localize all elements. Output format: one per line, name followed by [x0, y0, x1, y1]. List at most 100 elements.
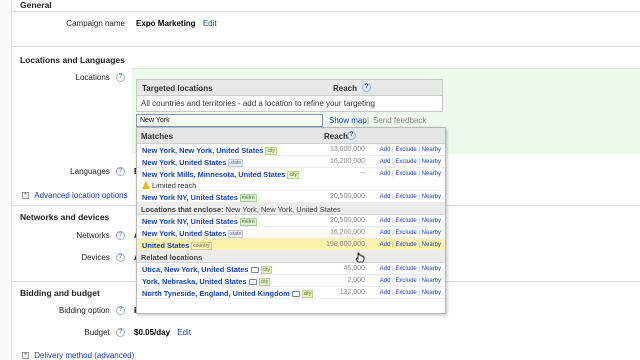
exclude-link[interactable]: Exclude [395, 218, 416, 224]
action-separator: | [392, 290, 394, 296]
list-item[interactable]: New York, New York, United States city 13… [137, 144, 445, 156]
limited-reach-text: Limited reach [152, 181, 197, 190]
hand-cursor-icon [355, 252, 365, 263]
nearby-link[interactable]: Nearby [422, 218, 441, 224]
speech-bubble-icon[interactable] [248, 279, 257, 286]
list-item-highlighted[interactable]: United States country 198,000,000 Add | E… [137, 239, 445, 251]
location-actions: Add | Exclude | Nearby [380, 290, 441, 296]
add-link[interactable]: Add [380, 218, 391, 224]
action-separator: | [392, 266, 394, 272]
show-map-link[interactable]: Show map [329, 116, 367, 125]
location-name[interactable]: North Tyneside, England, United Kingdom [142, 289, 290, 298]
action-separator: | [418, 218, 420, 224]
location-name[interactable]: New York Mills, Minnesota, United States [142, 170, 285, 179]
nearby-link[interactable]: Nearby [422, 147, 441, 153]
enclose-label: Locations that enclose: [141, 205, 224, 214]
exclude-link[interactable]: Exclude [395, 266, 416, 272]
location-reach: 16,200,000 [329, 229, 365, 236]
add-link[interactable]: Add [380, 278, 391, 284]
networks-help-icon[interactable]: ? [116, 231, 125, 241]
location-name[interactable]: New York, New York, United States [142, 146, 263, 155]
location-name[interactable]: New York, United States [142, 158, 226, 167]
action-separator: | [418, 278, 420, 284]
list-item[interactable]: New York, United States state 16,200,000 … [137, 156, 445, 168]
campaign-name-row: Expo Marketing Edit [136, 19, 217, 28]
exclude-link[interactable]: Exclude [395, 171, 416, 177]
locations-row-label: Locations ? [13, 73, 125, 83]
limited-reach-row: Limited reach [137, 180, 445, 191]
add-link[interactable]: Add [380, 159, 391, 165]
exclude-link[interactable]: Exclude [395, 147, 416, 153]
targeted-reach-help-icon[interactable]: ? [362, 83, 371, 92]
locations-help-icon[interactable]: ? [116, 73, 125, 83]
location-name[interactable]: New York NY, United States [142, 193, 238, 202]
devices-help-icon[interactable]: ? [116, 253, 125, 263]
targeted-locations-title: Targeted locations [142, 84, 213, 93]
list-item[interactable]: New York Mills, Minnesota, United States… [137, 168, 445, 180]
action-separator: | [418, 242, 420, 248]
bidding-option-row-label: Bidding option ? [13, 306, 125, 316]
list-item[interactable]: Utica, New York, United States city 45,00… [137, 263, 445, 275]
related-locations-header: Related locations [137, 251, 445, 263]
languages-help-icon[interactable]: ? [116, 167, 125, 177]
networks-label: Networks [76, 231, 110, 240]
campaign-name-edit-link[interactable]: Edit [203, 19, 217, 28]
nearby-link[interactable]: Nearby [422, 159, 441, 165]
nearby-link[interactable]: Nearby [422, 266, 441, 272]
list-item[interactable]: North Tyneside, England, United Kingdom c… [137, 287, 445, 299]
exclude-link[interactable]: Exclude [395, 194, 416, 200]
exclude-link[interactable]: Exclude [395, 278, 416, 284]
action-separator: | [392, 194, 394, 200]
nearby-link[interactable]: Nearby [422, 230, 441, 236]
add-link[interactable]: Add [380, 171, 391, 177]
list-item[interactable]: York, Nebraska, United States city 2,000 … [137, 275, 445, 287]
action-separator: | [418, 230, 420, 236]
bidding-option-help-icon[interactable]: ? [116, 306, 125, 316]
budget-row: $0.05/day Edit [134, 328, 191, 337]
location-type-tag: city [265, 147, 277, 156]
location-name[interactable]: United States [142, 241, 189, 250]
list-item[interactable]: New York NY, United States metro 20,500,0… [137, 215, 445, 227]
matches-reach-header: Reach [324, 132, 349, 141]
expand-icon[interactable]: + [22, 352, 29, 360]
devices-label: Devices [81, 253, 110, 262]
exclude-link[interactable]: Exclude [395, 230, 416, 236]
section-divider [12, 46, 640, 47]
nearby-link[interactable]: Nearby [422, 171, 441, 177]
delivery-method-link[interactable]: Delivery method (advanced) [34, 351, 134, 360]
nearby-link[interactable]: Nearby [422, 278, 441, 284]
expand-icon[interactable]: + [22, 192, 29, 200]
location-name[interactable]: Utica, New York, United States [142, 265, 249, 274]
add-link[interactable]: Add [380, 147, 391, 153]
add-link[interactable]: Add [380, 242, 391, 248]
location-name[interactable]: York, Nebraska, United States [142, 277, 247, 286]
location-reach: -- [360, 170, 365, 177]
exclude-link[interactable]: Exclude [395, 242, 416, 248]
location-name[interactable]: New York, United States [142, 229, 226, 238]
add-link[interactable]: Add [380, 266, 391, 272]
action-separator: | [392, 242, 394, 248]
list-item[interactable]: New York, United States state 16,200,000 … [137, 227, 445, 239]
speech-bubble-icon[interactable] [250, 267, 259, 274]
speech-bubble-icon[interactable] [291, 291, 300, 298]
nearby-link[interactable]: Nearby [422, 194, 441, 200]
list-item[interactable]: New York NY, United States metro 20,500,0… [137, 191, 445, 203]
add-link[interactable]: Add [380, 230, 391, 236]
location-name[interactable]: New York NY, United States [142, 217, 238, 226]
nearby-link[interactable]: Nearby [422, 242, 441, 248]
send-feedback-link[interactable]: Send feedback [373, 116, 426, 125]
exclude-link[interactable]: Exclude [395, 290, 416, 296]
advanced-location-options-row[interactable]: + Advanced location options [22, 191, 128, 200]
advanced-location-options-link[interactable]: Advanced location options [34, 191, 127, 200]
exclude-link[interactable]: Exclude [395, 159, 416, 165]
delivery-method-row[interactable]: + Delivery method (advanced) [22, 351, 134, 360]
languages-label: Languages [70, 167, 110, 176]
add-link[interactable]: Add [380, 194, 391, 200]
matches-reach-help-icon[interactable]: ? [347, 131, 356, 140]
action-separator: | [418, 171, 420, 177]
budget-help-icon[interactable]: ? [116, 328, 125, 338]
add-link[interactable]: Add [380, 290, 391, 296]
nearby-link[interactable]: Nearby [422, 290, 441, 296]
budget-edit-link[interactable]: Edit [177, 328, 191, 337]
location-search-input[interactable] [136, 114, 323, 127]
